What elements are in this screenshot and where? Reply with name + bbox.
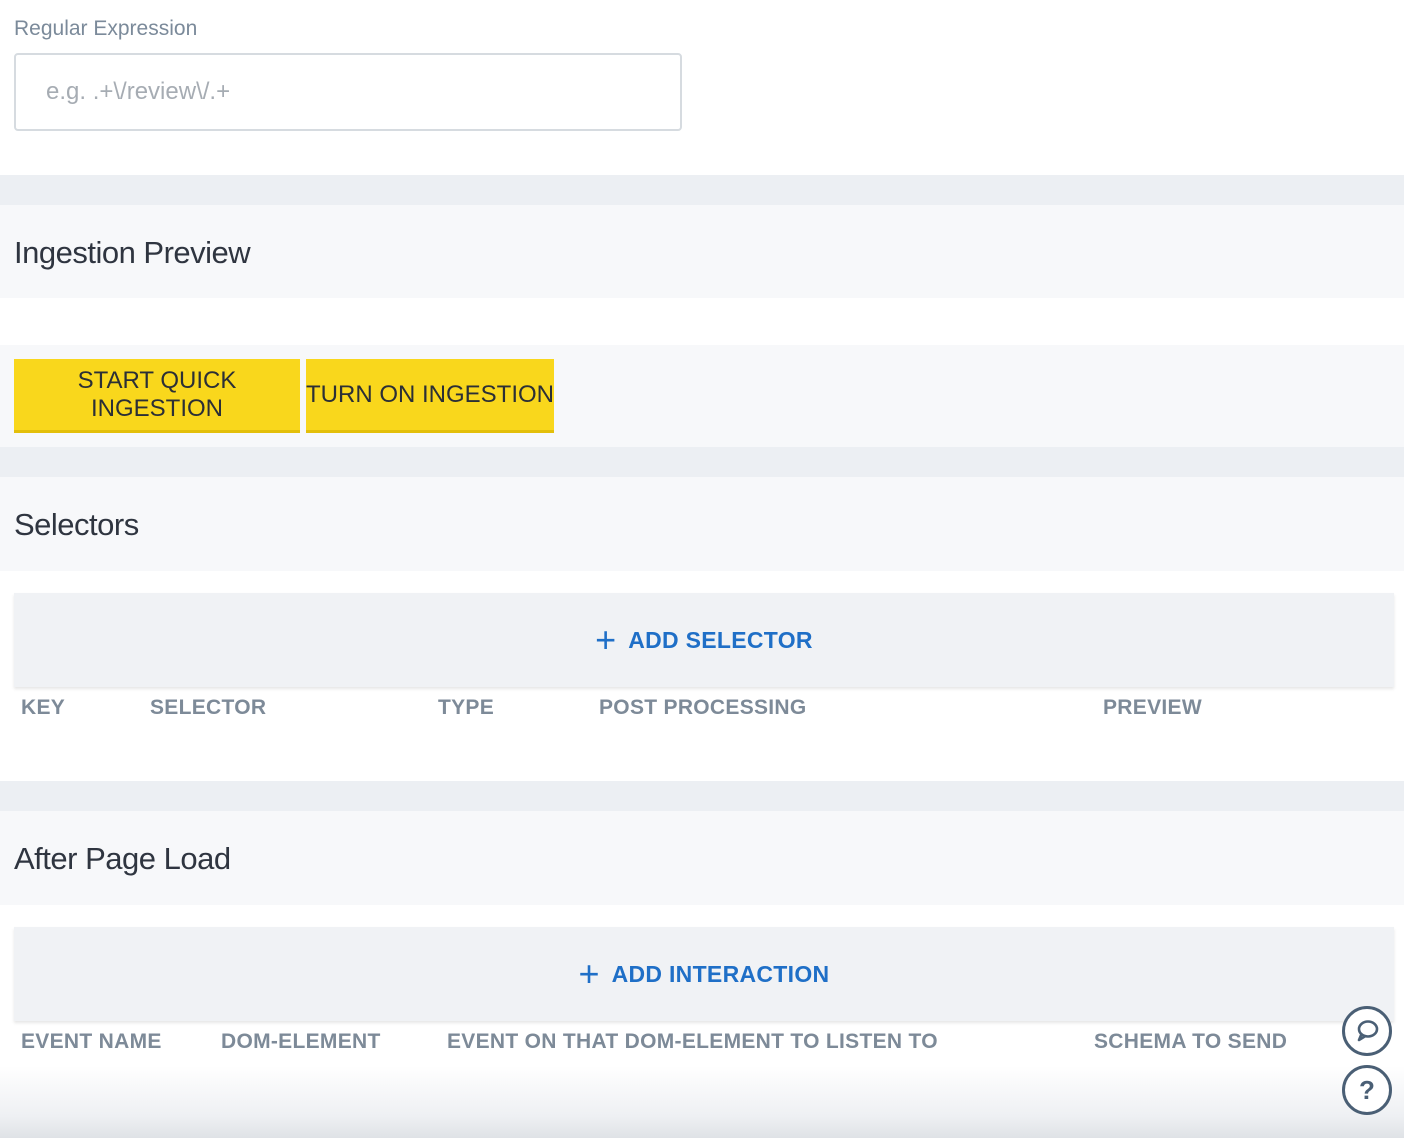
chat-bubble-icon — [1357, 1020, 1379, 1042]
column-header-key: KEY — [21, 696, 66, 719]
column-header-event-name: EVENT NAME — [21, 1030, 162, 1053]
column-header-dom-element: DOM-ELEMENT — [221, 1030, 381, 1053]
add-interaction-label: ADD INTERACTION — [611, 960, 830, 987]
column-header-event-to-listen: EVENT ON THAT DOM-ELEMENT TO LISTEN TO — [447, 1030, 938, 1053]
plus-icon: + — [595, 619, 617, 660]
regex-field-group: Regular Expression — [14, 14, 682, 131]
ingestion-preview-header: Ingestion Preview — [0, 205, 1404, 298]
column-header-type: TYPE — [438, 696, 495, 719]
add-selector-button[interactable]: + ADD SELECTOR — [14, 593, 1394, 687]
start-quick-ingestion-button[interactable]: START QUICK INGESTION — [14, 359, 300, 433]
chat-button[interactable] — [1342, 1006, 1392, 1056]
add-interaction-button[interactable]: + ADD INTERACTION — [14, 927, 1394, 1021]
selectors-title: Selectors — [14, 507, 139, 542]
column-header-post-processing: POST PROCESSING — [599, 696, 807, 719]
regex-label: Regular Expression — [14, 17, 198, 40]
page-bottom-shade — [0, 1066, 1404, 1138]
add-selector-label: ADD SELECTOR — [628, 626, 813, 653]
column-header-selector: SELECTOR — [150, 696, 267, 719]
column-header-schema-to-send: SCHEMA TO SEND — [1094, 1030, 1288, 1053]
after-page-load-title: After Page Load — [14, 841, 231, 876]
section-divider — [0, 175, 1404, 205]
section-divider — [0, 447, 1404, 477]
regex-input[interactable] — [14, 53, 682, 131]
turn-on-ingestion-button[interactable]: TURN ON INGESTION — [306, 359, 554, 433]
column-header-preview: PREVIEW — [1103, 696, 1202, 719]
question-mark-icon: ? — [1359, 1074, 1375, 1105]
plus-icon: + — [578, 953, 600, 994]
ingestion-preview-title: Ingestion Preview — [14, 235, 251, 270]
help-button[interactable]: ? — [1342, 1065, 1392, 1115]
after-page-load-header: After Page Load — [0, 811, 1404, 905]
section-divider — [0, 781, 1404, 811]
selectors-header: Selectors — [0, 477, 1404, 571]
